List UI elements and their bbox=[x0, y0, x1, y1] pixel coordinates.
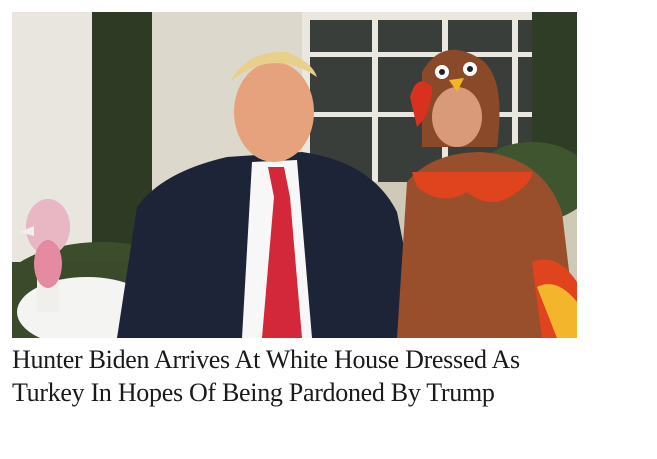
article-card[interactable]: Hunter Biden Arrives At White House Dres… bbox=[0, 0, 657, 459]
article-headline[interactable]: Hunter Biden Arrives At White House Dres… bbox=[12, 343, 572, 409]
article-photo[interactable] bbox=[12, 12, 577, 338]
photo-illustration bbox=[12, 12, 577, 338]
